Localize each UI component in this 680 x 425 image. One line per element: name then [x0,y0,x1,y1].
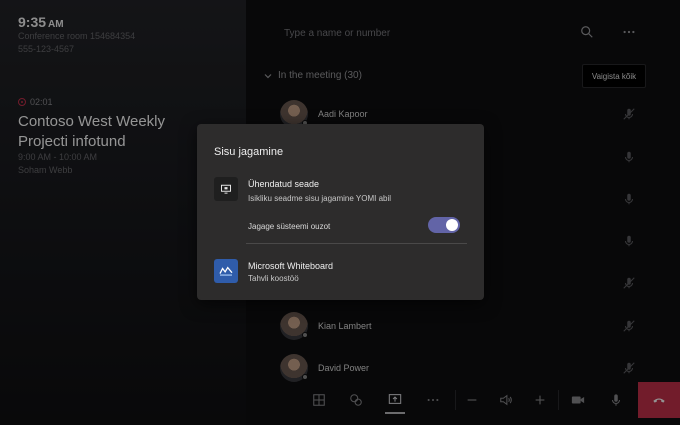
device-tile [214,177,238,201]
whiteboard-icon [219,266,233,276]
system-audio-label: Jagage süsteemi ouzot [248,222,331,231]
whiteboard-subtitle: Tahvli koostöö [248,274,299,283]
device-title: Ühendatud seade [248,179,320,189]
share-content-dialog: Sisu jagamine Ühendatud seade Isikliku s… [197,124,484,300]
toggle-knob [446,219,458,231]
whiteboard-tile [214,259,238,283]
system-audio-toggle[interactable] [428,217,460,233]
device-subtitle: Isikliku seadme sisu jagamine YOMI abil [248,194,392,203]
dialog-divider [246,243,467,244]
teams-room-screen: 9:35 AM Conference room 154684354 555-123… [0,0,680,425]
dialog-title: Sisu jagamine [214,146,284,158]
monitor-icon [221,184,231,194]
whiteboard-title: Microsoft Whiteboard [248,261,334,271]
